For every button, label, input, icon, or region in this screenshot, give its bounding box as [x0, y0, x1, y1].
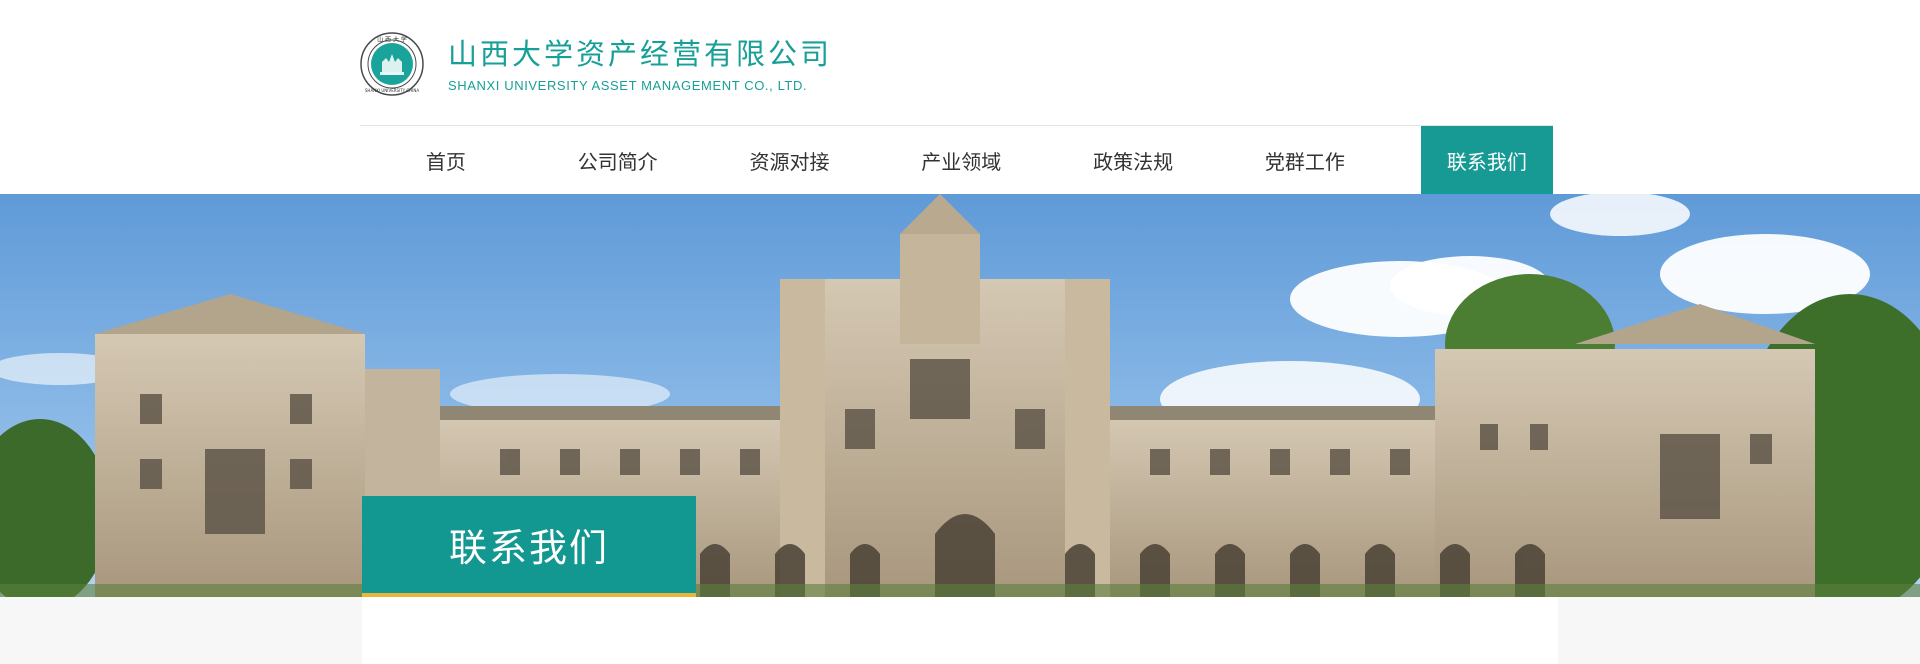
nav-item-party[interactable]: 党群工作: [1219, 126, 1391, 194]
nav-item-industry[interactable]: 产业领域: [875, 126, 1047, 194]
site-logo[interactable]: 山 西 大 学 SHANXI UNIVERSITY CHINA 山西大学资产经营…: [360, 32, 832, 96]
main-nav: 首页 公司简介 资源对接 产业领域 政策法规 党群工作 联系我们: [360, 126, 1553, 194]
emblem-top-text: 山 西 大 学: [377, 36, 407, 44]
nav-item-resources[interactable]: 资源对接: [704, 126, 876, 194]
page-title-box: 联系我们: [362, 496, 696, 597]
page-title: 联系我们: [448, 526, 609, 570]
emblem-ring-text: SHANXI UNIVERSITY CHINA: [365, 88, 419, 93]
nav-item-home[interactable]: 首页: [360, 126, 532, 194]
site-header: 山 西 大 学 SHANXI UNIVERSITY CHINA 山西大学资产经营…: [0, 0, 1920, 194]
nav-item-policy[interactable]: 政策法规: [1047, 126, 1219, 194]
nav-item-about[interactable]: 公司简介: [532, 126, 704, 194]
brand-text: 山西大学资产经营有限公司 SHANXI UNIVERSITY ASSET MAN…: [448, 36, 832, 93]
brand-name-cn: 山西大学资产经营有限公司: [448, 36, 833, 71]
brand-name-en: SHANXI UNIVERSITY ASSET MANAGEMENT CO., …: [448, 77, 808, 93]
nav-item-contact[interactable]: 联系我们: [1420, 126, 1553, 194]
university-seal-icon: 山 西 大 学 SHANXI UNIVERSITY CHINA: [360, 32, 424, 96]
banner-image: [0, 194, 1920, 597]
content-panel: [362, 597, 1558, 664]
